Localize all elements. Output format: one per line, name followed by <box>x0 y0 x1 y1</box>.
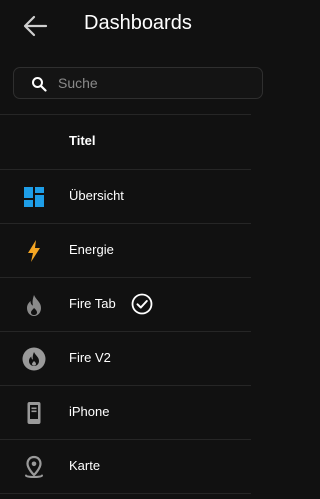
table-row[interactable]: Karte <box>0 440 251 493</box>
search-input[interactable]: Suche <box>13 67 263 99</box>
row-title: Übersicht <box>69 188 124 203</box>
search-icon <box>32 77 47 92</box>
column-header-title[interactable]: Titel <box>69 133 96 148</box>
dashboard-grid-icon <box>24 187 44 207</box>
table-row[interactable]: iPhone <box>0 386 251 439</box>
row-title: Fire Tab <box>69 296 116 311</box>
app-header: Dashboards <box>0 0 251 52</box>
arrow-left-icon[interactable] <box>22 14 48 38</box>
cellphone-icon <box>27 402 41 424</box>
table-row[interactable]: Fire Tab <box>0 278 251 331</box>
check-circle-icon <box>131 293 153 315</box>
fire-icon <box>27 295 41 316</box>
page-title: Dashboards <box>84 12 192 34</box>
table-row[interactable]: Energie <box>0 224 251 277</box>
lightning-icon <box>28 240 40 262</box>
divider <box>0 493 251 494</box>
fire-circle-icon <box>22 347 46 371</box>
table-row[interactable]: Fire V2 <box>0 332 251 385</box>
table-row[interactable]: Übersicht <box>0 170 251 223</box>
map-marker-icon <box>25 455 43 478</box>
row-title: Fire V2 <box>69 350 111 365</box>
divider <box>0 114 251 115</box>
row-title: iPhone <box>69 404 110 419</box>
row-title: Energie <box>69 242 114 257</box>
row-title: Karte <box>69 458 101 473</box>
search-placeholder: Suche <box>58 75 98 91</box>
